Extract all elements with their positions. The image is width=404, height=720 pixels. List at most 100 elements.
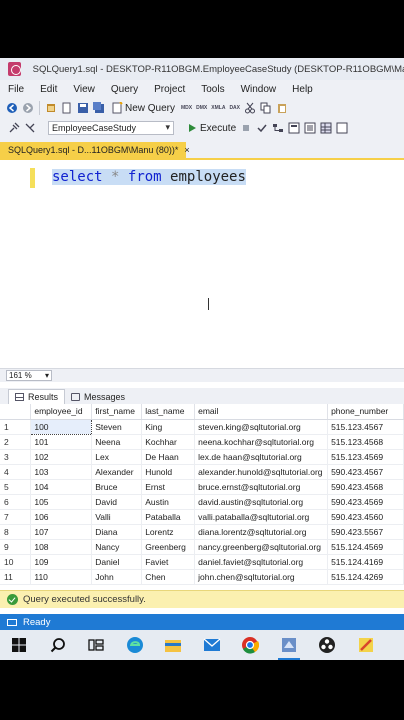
execute-button[interactable]: Execute [186,121,236,135]
cell-last-name[interactable]: King [141,419,196,435]
column-header[interactable]: last_name [141,404,196,420]
query-text[interactable]: select * from employees [52,168,246,186]
mdx-query-button[interactable]: MDX [181,101,192,115]
row-number[interactable]: 4 [0,464,32,480]
cell-employee-id[interactable]: 101 [30,434,93,450]
cell-email[interactable]: alexander.hunold@sqltutorial.org [194,464,329,480]
row-number[interactable]: 10 [0,554,32,570]
cell-employee-id[interactable]: 109 [30,554,93,570]
table-row[interactable]: 4 103 Alexander Hunold alexander.hunold@sqlt… [0,464,404,480]
tab-close-icon[interactable]: × [184,145,189,155]
cell-last-name[interactable]: Ernst [141,479,196,495]
cancel-query-button[interactable] [240,121,252,135]
cell-first-name[interactable]: Nancy [91,539,143,555]
table-row[interactable]: 6 105 David Austin david.austin@sqltutorial.… [0,494,404,510]
results-to-grid-button[interactable] [320,121,332,135]
menu-file[interactable]: File [0,84,32,95]
connect-button[interactable] [8,121,20,135]
cell-phone-number[interactable]: 515.123.4568 [327,434,404,450]
cell-phone-number[interactable]: 590.423.4567 [327,464,404,480]
table-row[interactable]: 10 109 Daniel Faviet daniel.faviet@sqltutori… [0,554,404,570]
cell-email[interactable]: john.chen@sqltutorial.org [194,569,329,585]
save-button[interactable] [77,101,89,115]
cell-first-name[interactable]: Lex [91,449,143,465]
cut-button[interactable] [244,101,256,115]
task-view-button[interactable] [77,630,116,660]
cell-first-name[interactable]: John [91,569,143,585]
query-document-tab[interactable]: SQLQuery1.sql - D...11OBGM\Manu (80))* × [0,142,190,158]
taskbar-obs[interactable] [308,630,347,660]
query-editor[interactable]: select * from employees [0,160,404,366]
cell-last-name[interactable]: Greenberg [141,539,196,555]
cell-email[interactable]: daniel.faviet@sqltutorial.org [194,554,329,570]
cell-last-name[interactable]: Austin [141,494,196,510]
results-to-text-button[interactable] [304,121,316,135]
paste-button[interactable] [276,101,288,115]
table-row[interactable]: 5 104 Bruce Ernst bruce.ernst@sqltutorial.or… [0,479,404,495]
dax-query-button[interactable]: DAX [229,101,240,115]
cell-email[interactable]: steven.king@sqltutorial.org [194,419,329,435]
cell-phone-number[interactable]: 515.124.4169 [327,554,404,570]
estimated-plan-button[interactable] [272,121,284,135]
query-options-button[interactable] [288,121,300,135]
cell-email[interactable]: diana.lorentz@sqltutorial.org [194,524,329,540]
results-grid[interactable]: employee_id first_name last_name email p… [0,404,404,587]
taskbar-mail[interactable] [193,630,232,660]
cell-first-name[interactable]: Valli [91,509,143,525]
cell-phone-number[interactable]: 515.124.4569 [327,539,404,555]
results-to-file-button[interactable] [336,121,348,135]
table-row[interactable]: 1 100 Steven King steven.king@sqltutorial.or… [0,418,404,435]
cell-employee-id[interactable]: 100 [30,418,93,435]
cell-email[interactable]: nancy.greenberg@sqltutorial.org [194,539,329,555]
cell-last-name[interactable]: Faviet [141,554,196,570]
column-header[interactable]: email [194,404,329,420]
cell-employee-id[interactable]: 104 [30,479,93,495]
cell-first-name[interactable]: Daniel [91,554,143,570]
taskbar-edge[interactable] [116,630,155,660]
tab-messages[interactable]: Messages [65,389,131,404]
xmla-query-button[interactable]: XMLA [211,101,225,115]
cell-employee-id[interactable]: 105 [30,494,93,510]
column-header[interactable]: phone_number [327,404,404,420]
save-all-button[interactable] [93,101,105,115]
open-file-button[interactable] [61,101,73,115]
cell-employee-id[interactable]: 102 [30,449,93,465]
copy-button[interactable] [260,101,272,115]
row-number[interactable]: 3 [0,449,32,465]
cell-phone-number[interactable]: 590.423.5567 [327,524,404,540]
dmx-query-button[interactable]: DMX [196,101,207,115]
column-header[interactable]: employee_id [30,404,93,420]
taskbar-file-explorer[interactable] [154,630,193,660]
parse-button[interactable] [256,121,268,135]
forward-button[interactable] [22,101,34,115]
cell-first-name[interactable]: David [91,494,143,510]
row-number-header[interactable] [0,404,32,420]
taskbar-search-button[interactable] [39,630,78,660]
menu-edit[interactable]: Edit [32,84,65,95]
row-number[interactable]: 7 [0,509,32,525]
menu-view[interactable]: View [65,84,103,95]
table-row[interactable]: 9 108 Nancy Greenberg nancy.greenberg@sqltut… [0,539,404,555]
cell-email[interactable]: bruce.ernst@sqltutorial.org [194,479,329,495]
row-number[interactable]: 6 [0,494,32,510]
cell-last-name[interactable]: Lorentz [141,524,196,540]
start-button[interactable] [0,630,39,660]
cell-first-name[interactable]: Diana [91,524,143,540]
database-selector[interactable]: EmployeeCaseStudy [48,121,174,135]
row-number[interactable]: 9 [0,539,32,555]
menu-tools[interactable]: Tools [193,84,232,95]
zoom-selector[interactable]: 161 % ▾ [6,370,52,381]
cell-employee-id[interactable]: 103 [30,464,93,480]
cell-first-name[interactable]: Neena [91,434,143,450]
cell-first-name[interactable]: Bruce [91,479,143,495]
cell-employee-id[interactable]: 110 [30,569,93,585]
row-number[interactable]: 5 [0,479,32,495]
cell-phone-number[interactable]: 515.123.4569 [327,449,404,465]
column-header[interactable]: first_name [91,404,143,420]
change-connection-button[interactable] [24,121,36,135]
taskbar-ssms[interactable] [270,630,309,660]
cell-first-name[interactable]: Steven [91,419,143,435]
cell-last-name[interactable]: Chen [141,569,196,585]
taskbar-paint[interactable] [347,630,386,660]
cell-last-name[interactable]: Kochhar [141,434,196,450]
